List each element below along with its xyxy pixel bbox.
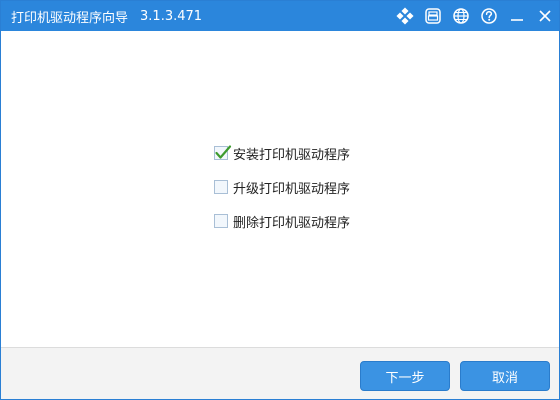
feature-icon xyxy=(396,7,414,25)
language-button[interactable] xyxy=(447,1,475,31)
remove-option-label: 删除打印机驱动程序 xyxy=(233,215,351,231)
upgrade-option-label: 升级打印机驱动程序 xyxy=(233,181,351,197)
title-bar[interactable]: 打印机驱动程序向导 3.1.3.471 xyxy=(1,1,559,31)
remove-option[interactable]: 删除打印机驱动程序 xyxy=(214,212,351,231)
option-list: 安装打印机驱动程序 升级打印机驱动程序 删除打印机驱动程序 xyxy=(214,144,350,246)
close-button[interactable] xyxy=(531,1,559,31)
install-checkbox[interactable] xyxy=(214,145,232,160)
install-option-label: 安装打印机驱动程序 xyxy=(233,147,351,163)
minimize-icon xyxy=(511,19,523,21)
title-controls xyxy=(391,1,559,31)
remove-checkbox[interactable] xyxy=(214,214,228,228)
help-button[interactable] xyxy=(475,1,503,31)
version-label: 3.1.3.471 xyxy=(140,8,203,24)
footer-bar: 下一步 取消 xyxy=(1,347,559,399)
checkmark-icon xyxy=(215,145,232,159)
printer-button[interactable] xyxy=(419,1,447,31)
window-title: 打印机驱动程序向导 xyxy=(11,10,129,26)
content-area: 安装打印机驱动程序 升级打印机驱动程序 删除打印机驱动程序 xyxy=(1,31,559,347)
feature-button[interactable] xyxy=(391,1,419,31)
globe-icon xyxy=(453,8,469,24)
close-icon xyxy=(539,10,551,22)
upgrade-checkbox[interactable] xyxy=(214,180,228,194)
next-button[interactable]: 下一步 xyxy=(360,361,450,391)
install-option[interactable]: 安装打印机驱动程序 xyxy=(214,144,351,163)
minimize-button[interactable] xyxy=(503,1,531,31)
printer-icon xyxy=(425,8,441,24)
help-icon xyxy=(481,8,497,24)
installer-window: 打印机驱动程序向导 3.1.3.471 安装打印机驱动程序 升级打印机驱动程序 … xyxy=(0,0,560,400)
cancel-button[interactable]: 取消 xyxy=(460,361,550,391)
upgrade-option[interactable]: 升级打印机驱动程序 xyxy=(214,178,351,197)
